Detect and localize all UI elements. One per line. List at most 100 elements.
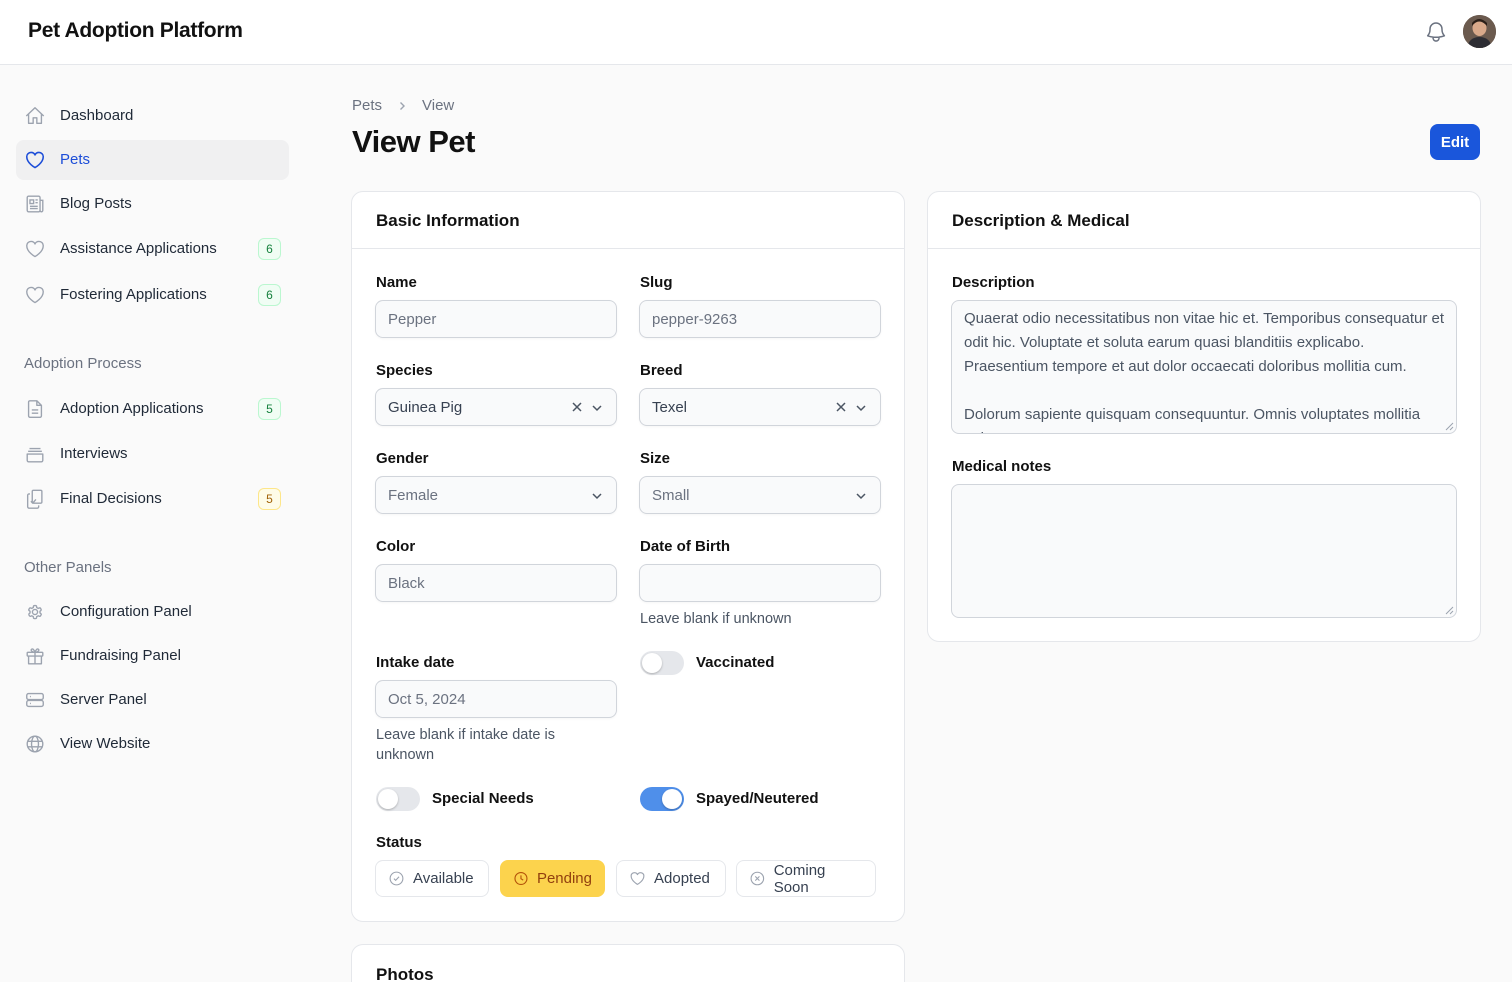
toggle-knob bbox=[662, 789, 682, 809]
photos-card: Photos bbox=[351, 944, 905, 982]
sidebar-item-dashboard[interactable]: Dashboard bbox=[16, 96, 289, 136]
sidebar-item-pets[interactable]: Pets bbox=[16, 140, 289, 180]
gender-value: Female bbox=[388, 486, 439, 504]
intake-label: Intake date bbox=[376, 654, 455, 671]
resize-handle-icon[interactable] bbox=[1445, 422, 1454, 431]
server-icon bbox=[26, 692, 44, 708]
status-label: Status bbox=[376, 834, 422, 851]
count-badge: 6 bbox=[258, 238, 281, 260]
clear-icon[interactable] bbox=[834, 400, 848, 414]
gender-label: Gender bbox=[376, 450, 429, 467]
description-label: Description bbox=[952, 274, 1035, 291]
species-value: Guinea Pig bbox=[388, 398, 463, 416]
clock-icon bbox=[514, 871, 528, 886]
breed-select[interactable]: Texel bbox=[639, 388, 881, 426]
sidebar-item-fostering-applications[interactable]: Fostering Applications 6 bbox=[16, 275, 289, 315]
sidebar-item-label: Server Panel bbox=[60, 691, 147, 708]
sidebar-item-label: Pets bbox=[60, 151, 91, 168]
size-value: Small bbox=[652, 486, 690, 504]
sidebar-item-final-decisions[interactable]: Final Decisions 5 bbox=[16, 479, 289, 519]
sidebar-item-label: View Website bbox=[60, 735, 151, 752]
bell-icon[interactable] bbox=[1424, 20, 1448, 44]
description-text: Quaerat odio necessitatibus non vitae hi… bbox=[964, 310, 1445, 433]
status-option-pending[interactable]: Pending bbox=[500, 860, 605, 897]
card-title: Photos bbox=[376, 965, 434, 982]
check-circle-icon bbox=[389, 871, 404, 886]
toggle-knob bbox=[642, 653, 662, 673]
spayed-neutered-label: Spayed/Neutered bbox=[696, 790, 819, 807]
name-input[interactable]: Pepper bbox=[375, 300, 617, 338]
status-option-label: Coming Soon bbox=[773, 861, 826, 896]
group-label-other-panels[interactable]: Other Panels bbox=[24, 559, 112, 576]
sidebar-item-view-website[interactable]: View Website bbox=[16, 724, 289, 764]
gender-select[interactable]: Female bbox=[375, 476, 617, 514]
breed-value: Texel bbox=[652, 398, 688, 416]
card-title: Description & Medical bbox=[952, 211, 1130, 230]
inbox-stack-icon bbox=[26, 447, 44, 463]
count-badge: 6 bbox=[258, 284, 281, 306]
medical-notes-label: Medical notes bbox=[952, 458, 1052, 475]
home-icon bbox=[25, 107, 45, 125]
sidebar-item-interviews[interactable]: Interviews bbox=[16, 434, 289, 474]
vaccinated-toggle[interactable] bbox=[640, 651, 684, 675]
status-option-label: Pending bbox=[536, 870, 592, 887]
status-option-available[interactable]: Available bbox=[375, 860, 489, 897]
sidebar-item-label: Configuration Panel bbox=[60, 603, 192, 620]
sidebar-item-blog-posts[interactable]: Blog Posts bbox=[16, 184, 289, 224]
breadcrumb-link-pets[interactable]: Pets bbox=[352, 97, 382, 114]
chevron-down-icon bbox=[856, 493, 866, 500]
breadcrumb-current: View bbox=[422, 97, 455, 114]
special-needs-toggle[interactable] bbox=[376, 787, 420, 811]
description-textarea[interactable]: Quaerat odio necessitatibus non vitae hi… bbox=[951, 300, 1457, 434]
sidebar-item-fundraising-panel[interactable]: Fundraising Panel bbox=[16, 636, 289, 676]
intake-value: Oct 5, 2024 bbox=[388, 690, 466, 708]
sidebar-item-label: Interviews bbox=[60, 445, 128, 462]
avatar[interactable] bbox=[1463, 15, 1496, 48]
sidebar-item-server-panel[interactable]: Server Panel bbox=[16, 680, 289, 720]
cog-icon bbox=[28, 604, 42, 620]
chevron-down-icon bbox=[592, 493, 602, 500]
card-header: Basic Information bbox=[352, 192, 904, 249]
sidebar-item-assistance-applications[interactable]: Assistance Applications 6 bbox=[16, 229, 289, 269]
card-header: Description & Medical bbox=[928, 192, 1480, 249]
chevron-down-icon bbox=[592, 405, 602, 412]
slug-input[interactable]: pepper-9263 bbox=[639, 300, 881, 338]
species-select[interactable]: Guinea Pig bbox=[375, 388, 617, 426]
count-badge: 5 bbox=[258, 488, 281, 510]
status-option-coming-soon[interactable]: Coming Soon bbox=[736, 860, 876, 897]
status-option-adopted[interactable]: Adopted bbox=[616, 860, 726, 897]
status-option-label: Adopted bbox=[654, 870, 710, 887]
sidebar-item-label: Final Decisions bbox=[60, 490, 162, 507]
app-title[interactable]: Pet Adoption Platform bbox=[28, 19, 243, 43]
chevron-down-icon bbox=[856, 405, 866, 412]
group-label-adoption-process[interactable]: Adoption Process bbox=[24, 355, 142, 372]
x-circle-icon bbox=[750, 871, 765, 886]
resize-handle-icon[interactable] bbox=[1445, 606, 1454, 615]
intake-hint: Leave blank if intake date is unknown bbox=[376, 727, 555, 763]
document-icon bbox=[27, 400, 43, 418]
card-title: Basic Information bbox=[376, 211, 520, 230]
size-select[interactable]: Small bbox=[639, 476, 881, 514]
heart-icon bbox=[26, 240, 44, 258]
intake-date-input[interactable]: Oct 5, 2024 bbox=[375, 680, 617, 718]
sidebar-item-label: Adoption Applications bbox=[60, 400, 204, 417]
top-bar: Pet Adoption Platform bbox=[0, 0, 1512, 65]
color-input[interactable]: Black bbox=[375, 564, 617, 602]
page-title: View Pet bbox=[352, 124, 475, 159]
slug-label: Slug bbox=[640, 274, 673, 291]
heart-icon bbox=[630, 872, 645, 885]
sidebar-item-adoption-applications[interactable]: Adoption Applications 5 bbox=[16, 389, 289, 429]
sidebar-item-label: Blog Posts bbox=[60, 195, 132, 212]
spayed-neutered-toggle[interactable] bbox=[640, 787, 684, 811]
edit-button[interactable]: Edit bbox=[1430, 124, 1480, 160]
clear-icon[interactable] bbox=[570, 400, 584, 414]
dob-hint: Leave blank if unknown bbox=[640, 611, 792, 627]
sidebar-item-configuration-panel[interactable]: Configuration Panel bbox=[16, 592, 289, 632]
gift-icon bbox=[26, 648, 44, 665]
dob-input[interactable] bbox=[639, 564, 881, 602]
heart-icon bbox=[26, 286, 44, 304]
breadcrumb: Pets View bbox=[352, 97, 454, 114]
sidebar: Dashboard Pets Blog Posts Assistance App… bbox=[0, 65, 306, 982]
medical-notes-textarea[interactable] bbox=[951, 484, 1457, 618]
name-label: Name bbox=[376, 274, 417, 291]
